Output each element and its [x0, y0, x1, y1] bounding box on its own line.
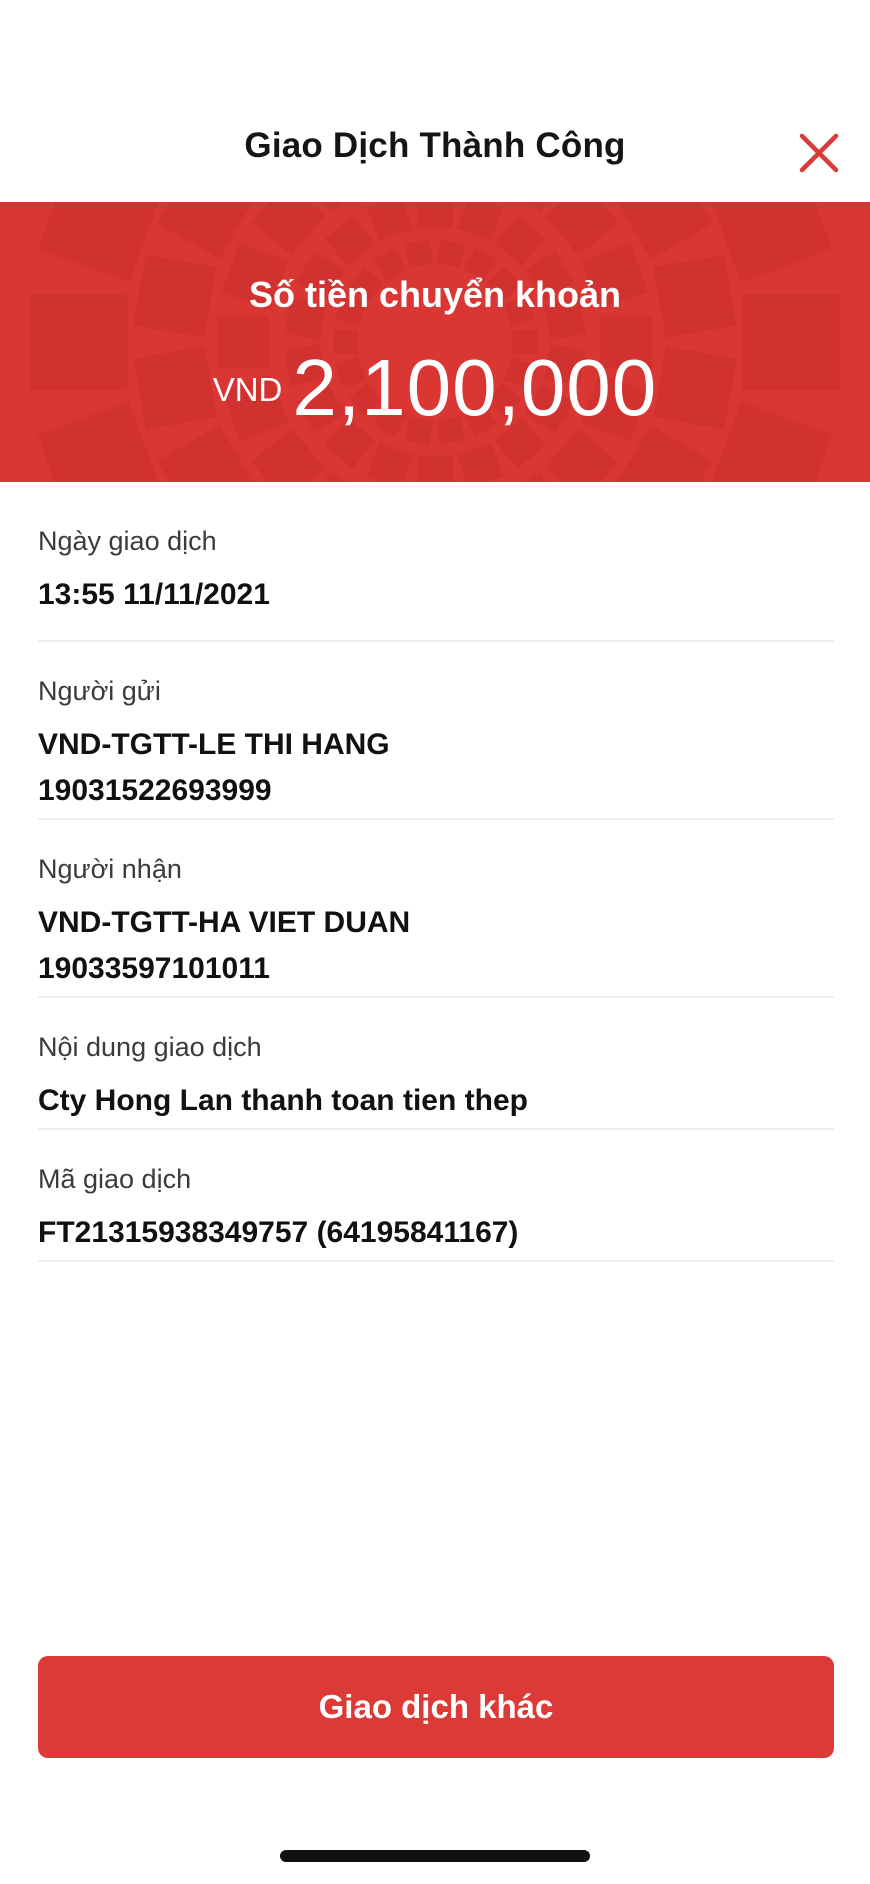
transfer-amount-banner: Số tiền chuyển khoản VND 2,100,000 [0, 202, 870, 482]
page-title: Giao Dịch Thành Công [244, 126, 626, 165]
detail-row-transaction-id: Mã giao dịch FT21315938349757 (641958411… [38, 1130, 834, 1262]
home-indicator[interactable] [280, 1850, 590, 1862]
transaction-description: Cty Hong Lan thanh toan tien thep [38, 1084, 528, 1117]
detail-value: VND-TGTT-HA VIET DUAN 19033597101011 [38, 900, 834, 1014]
transfer-amount-label: Số tiền chuyển khoản [248, 274, 622, 315]
sender-name: VND-TGTT-LE THI HANG [38, 728, 390, 761]
detail-value: FT21315938349757 (64195841167) [38, 1210, 834, 1278]
recipient-name: VND-TGTT-HA VIET DUAN [38, 906, 411, 939]
close-button[interactable] [794, 128, 844, 178]
transaction-details: Ngày giao dịch 13:55 11/11/2021 Người gử… [38, 482, 834, 1262]
currency-code: VND [212, 371, 283, 408]
detail-label: Người gửi [38, 676, 161, 706]
new-transaction-button[interactable]: Giao dịch khác [38, 1656, 834, 1758]
detail-label: Mã giao dịch [38, 1164, 192, 1194]
detail-label: Ngày giao dịch [38, 526, 217, 556]
transaction-id: FT21315938349757 (64195841167) [38, 1216, 519, 1249]
detail-label: Người nhận [38, 854, 182, 884]
sender-account: 19031522693999 [38, 774, 272, 807]
detail-row-description: Nội dung giao dịch Cty Hong Lan thanh to… [38, 998, 834, 1130]
detail-row-sender: Người gửi VND-TGTT-LE THI HANG 190315226… [38, 642, 834, 820]
transaction-date: 13:55 11/11/2021 [38, 578, 270, 611]
top-bar: Giao Dịch Thành Công [0, 0, 870, 202]
detail-row-date: Ngày giao dịch 13:55 11/11/2021 [38, 482, 834, 642]
recipient-account: 19033597101011 [38, 952, 270, 985]
transfer-amount: 2,100,000 [292, 343, 658, 432]
detail-value: 13:55 11/11/2021 [38, 572, 834, 640]
detail-label: Nội dung giao dịch [38, 1032, 262, 1062]
detail-value: VND-TGTT-LE THI HANG 19031522693999 [38, 722, 834, 836]
close-icon [799, 133, 839, 173]
amount-display: VND 2,100,000 [0, 342, 870, 434]
detail-row-recipient: Người nhận VND-TGTT-HA VIET DUAN 1903359… [38, 820, 834, 998]
